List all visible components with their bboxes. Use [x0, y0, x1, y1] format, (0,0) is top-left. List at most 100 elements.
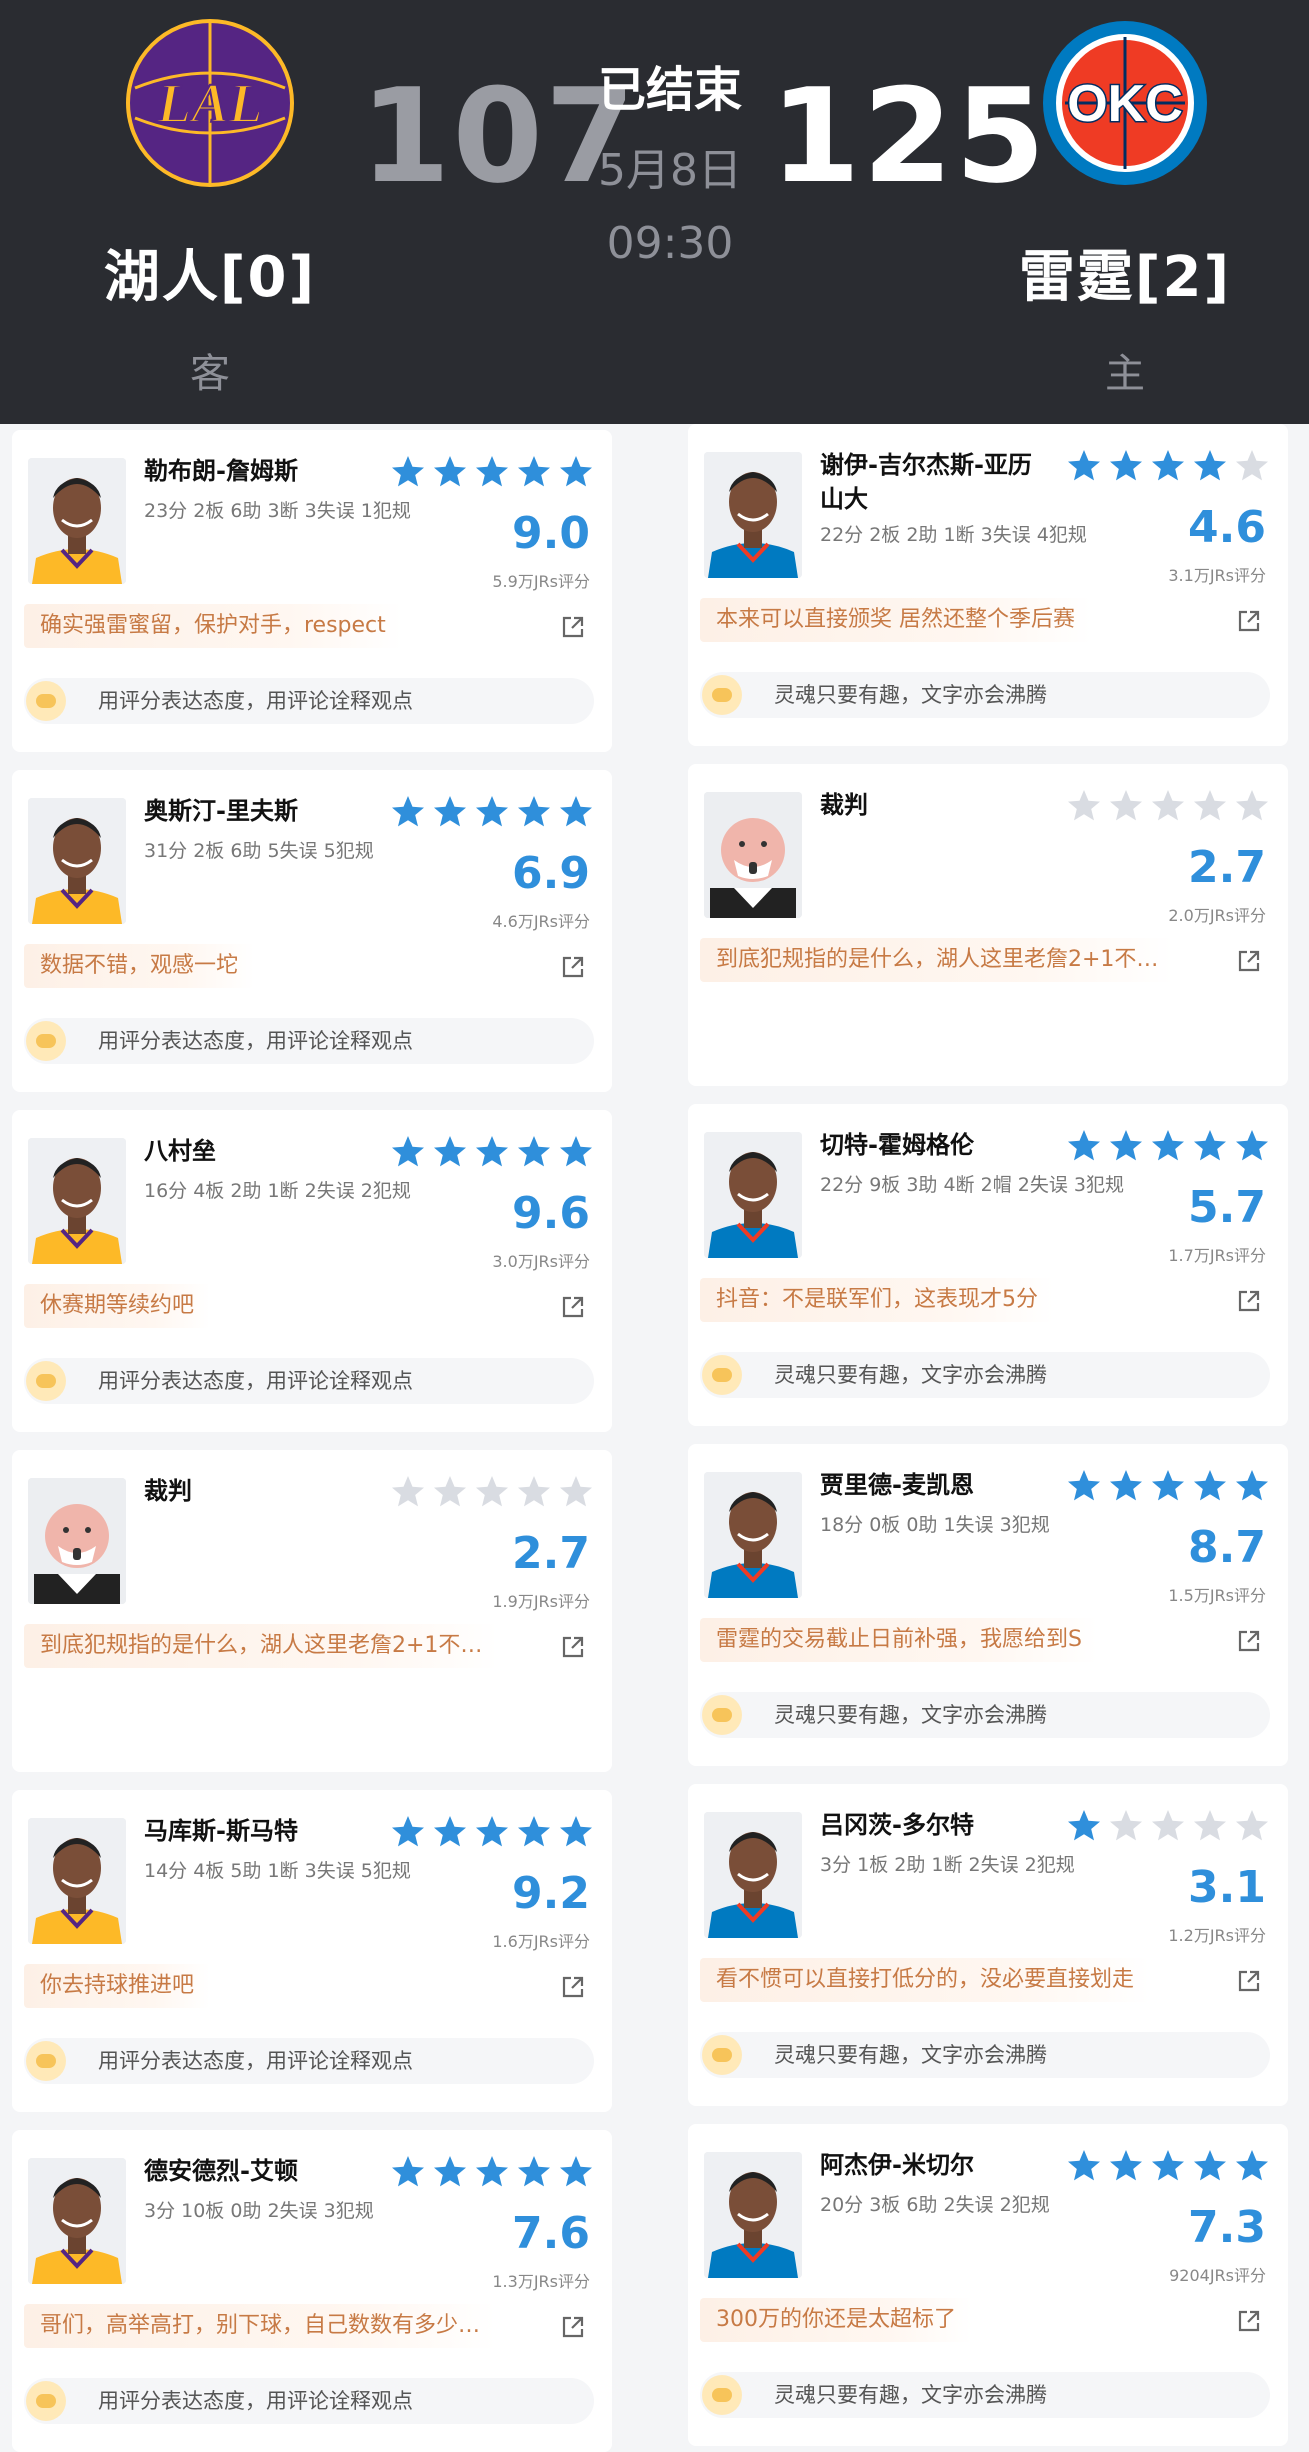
star-filled-icon[interactable] [516, 1134, 552, 1170]
star-filled-icon[interactable] [474, 2154, 510, 2190]
player-card[interactable]: 阿杰伊-米切尔 20分 3板 6助 2失误 2犯规 7.3 9204JRs评分 300万… [688, 2124, 1288, 2446]
player-photo[interactable] [704, 1472, 802, 1598]
star-filled-icon[interactable] [1108, 448, 1144, 484]
player-name[interactable]: 勒布朗-詹姆斯 [144, 454, 374, 488]
star-filled-icon[interactable] [390, 794, 426, 830]
share-icon[interactable] [560, 1974, 586, 2000]
star-empty-icon[interactable] [1192, 1808, 1228, 1844]
rating-stars[interactable] [390, 1474, 594, 1510]
star-empty-icon[interactable] [432, 1474, 468, 1510]
player-photo[interactable] [704, 1812, 802, 1938]
share-icon[interactable] [1236, 1628, 1262, 1654]
hot-comment[interactable]: 数据不错，观感一坨 [24, 944, 255, 988]
star-filled-icon[interactable] [1150, 448, 1186, 484]
star-filled-icon[interactable] [432, 794, 468, 830]
player-photo[interactable] [28, 2158, 126, 2284]
hot-comment[interactable]: 看不惯可以直接打低分的，没必要直接划走 [700, 1958, 1151, 2002]
player-name[interactable]: 切特-霍姆格伦 [820, 1128, 1050, 1162]
star-filled-icon[interactable] [1108, 2148, 1144, 2184]
star-filled-icon[interactable] [1234, 1128, 1270, 1164]
player-photo[interactable] [704, 792, 802, 918]
hot-comment[interactable]: 到底犯规指的是什么，湖人这里老詹2+1不… [700, 938, 1175, 982]
star-empty-icon[interactable] [1234, 788, 1270, 824]
share-icon[interactable] [1236, 1968, 1262, 1994]
star-filled-icon[interactable] [558, 454, 594, 490]
star-filled-icon[interactable] [1066, 448, 1102, 484]
star-empty-icon[interactable] [1108, 788, 1144, 824]
star-filled-icon[interactable] [1192, 1128, 1228, 1164]
player-card[interactable]: 谢伊-吉尔杰斯-亚历山大 22分 2板 2助 1断 3失误 4犯规 4.6 3.1万J… [688, 424, 1288, 746]
player-photo[interactable] [28, 798, 126, 924]
hot-comment[interactable]: 休赛期等续约吧 [24, 1284, 211, 1328]
star-filled-icon[interactable] [474, 1814, 510, 1850]
player-name[interactable]: 德安德烈-艾顿 [144, 2154, 374, 2188]
hot-comment[interactable]: 哥们，高举高打，别下球，自己数数有多少… [24, 2304, 497, 2348]
rating-stars[interactable] [1066, 448, 1270, 484]
rating-stars[interactable] [390, 454, 594, 490]
player-name[interactable]: 八村垒 [144, 1134, 374, 1168]
comment-input[interactable]: 用评分表达态度，用评论诠释观点 [24, 1358, 594, 1404]
star-empty-icon[interactable] [390, 1474, 426, 1510]
player-photo[interactable] [704, 2152, 802, 2278]
player-card[interactable]: 切特-霍姆格伦 22分 9板 3助 4断 2帽 2失误 3犯规 5.7 1.7万JRs… [688, 1104, 1288, 1426]
player-name[interactable]: 裁判 [144, 1474, 374, 1508]
hot-comment[interactable]: 雷霆的交易截止日前补强，我愿给到S [700, 1618, 1098, 1662]
player-photo[interactable] [28, 1138, 126, 1264]
star-filled-icon[interactable] [516, 2154, 552, 2190]
hot-comment[interactable]: 抖音：不是联军们，这表现才5分 [700, 1278, 1054, 1322]
comment-input[interactable]: 用评分表达态度，用评论诠释观点 [24, 1018, 594, 1064]
rating-stars[interactable] [390, 1814, 594, 1850]
player-name[interactable]: 阿杰伊-米切尔 [820, 2148, 1050, 2182]
share-icon[interactable] [560, 1634, 586, 1660]
player-card[interactable]: 八村垒 16分 4板 2助 1断 2失误 2犯规 9.6 3.0万JRs评分 休赛期等续… [12, 1110, 612, 1432]
player-photo[interactable] [28, 458, 126, 584]
star-filled-icon[interactable] [1192, 1468, 1228, 1504]
star-empty-icon[interactable] [516, 1474, 552, 1510]
star-filled-icon[interactable] [516, 794, 552, 830]
star-filled-icon[interactable] [558, 2154, 594, 2190]
player-card[interactable]: 奥斯汀-里夫斯 31分 2板 6助 5失误 5犯规 6.9 4.6万JRs评分 数据不错… [12, 770, 612, 1092]
star-empty-icon[interactable] [1234, 1808, 1270, 1844]
star-filled-icon[interactable] [1066, 1468, 1102, 1504]
star-empty-icon[interactable] [1192, 788, 1228, 824]
comment-input[interactable]: 灵魂只要有趣，文字亦会沸腾 [700, 2032, 1270, 2078]
star-filled-icon[interactable] [432, 2154, 468, 2190]
player-name[interactable]: 裁判 [820, 788, 1050, 822]
share-icon[interactable] [560, 1294, 586, 1320]
comment-input[interactable]: 用评分表达态度，用评论诠释观点 [24, 2038, 594, 2084]
star-filled-icon[interactable] [432, 454, 468, 490]
star-filled-icon[interactable] [1234, 1468, 1270, 1504]
star-filled-icon[interactable] [1066, 2148, 1102, 2184]
star-filled-icon[interactable] [1234, 2148, 1270, 2184]
star-empty-icon[interactable] [1108, 1808, 1144, 1844]
star-filled-icon[interactable] [1192, 2148, 1228, 2184]
player-card[interactable]: 勒布朗-詹姆斯 23分 2板 6助 3断 3失误 1犯规 9.0 5.9万JRs评分确… [12, 430, 612, 752]
comment-input[interactable]: 灵魂只要有趣，文字亦会沸腾 [700, 1692, 1270, 1738]
player-name[interactable]: 马库斯-斯马特 [144, 1814, 374, 1848]
rating-stars[interactable] [1066, 1808, 1270, 1844]
share-icon[interactable] [1236, 1288, 1262, 1314]
star-filled-icon[interactable] [432, 1134, 468, 1170]
share-icon[interactable] [1236, 948, 1262, 974]
comment-input[interactable]: 用评分表达态度，用评论诠释观点 [24, 2378, 594, 2424]
player-card[interactable]: 德安德烈-艾顿 3分 10板 0助 2失误 3犯规 7.6 1.3万JRs评分 哥们，高… [12, 2130, 612, 2452]
player-card[interactable]: 吕冈茨-多尔特 3分 1板 2助 1断 2失误 2犯规 3.1 1.2万JRs评分 看不… [688, 1784, 1288, 2106]
star-filled-icon[interactable] [516, 454, 552, 490]
star-filled-icon[interactable] [390, 1134, 426, 1170]
star-filled-icon[interactable] [558, 1134, 594, 1170]
star-empty-icon[interactable] [1150, 788, 1186, 824]
hot-comment[interactable]: 300万的你还是太超标了 [700, 2298, 972, 2342]
star-filled-icon[interactable] [1108, 1128, 1144, 1164]
rating-stars[interactable] [390, 1134, 594, 1170]
share-icon[interactable] [1236, 2308, 1262, 2334]
star-filled-icon[interactable] [1192, 448, 1228, 484]
rating-stars[interactable] [390, 794, 594, 830]
star-filled-icon[interactable] [474, 1134, 510, 1170]
comment-input[interactable]: 灵魂只要有趣，文字亦会沸腾 [700, 672, 1270, 718]
player-photo[interactable] [28, 1478, 126, 1604]
star-empty-icon[interactable] [1234, 448, 1270, 484]
player-name[interactable]: 吕冈茨-多尔特 [820, 1808, 1050, 1842]
hot-comment[interactable]: 确实强雷蜜留，保护对手，respect [24, 604, 402, 648]
share-icon[interactable] [560, 954, 586, 980]
player-card[interactable]: 马库斯-斯马特 14分 4板 5助 1断 3失误 5犯规 9.2 1.6万JRs评分你… [12, 1790, 612, 2112]
